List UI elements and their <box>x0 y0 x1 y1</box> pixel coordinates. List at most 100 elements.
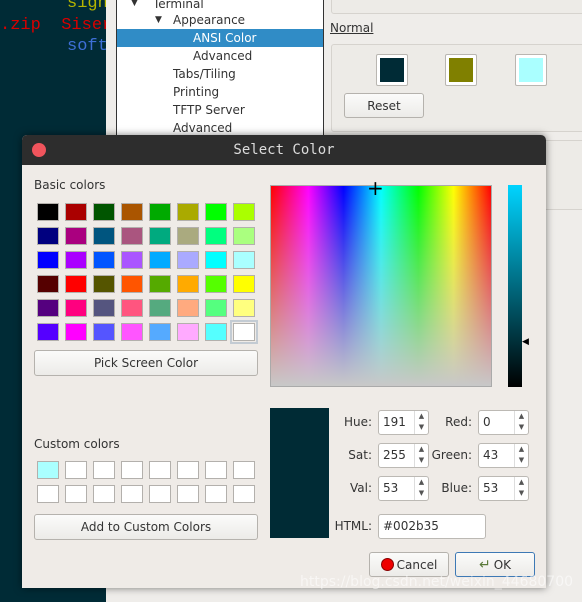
color-cell[interactable] <box>149 485 171 503</box>
value-arrow-icon[interactable]: ◀ <box>522 337 529 347</box>
color-cell[interactable] <box>205 485 227 503</box>
color-cell[interactable] <box>65 203 87 221</box>
green-spinbox[interactable]: 43 ▲ ▼ <box>478 443 529 468</box>
color-cell[interactable] <box>65 299 87 317</box>
pick-screen-color-button[interactable]: Pick Screen Color <box>34 350 258 376</box>
html-label: HTML: <box>334 519 372 533</box>
color-swatch[interactable] <box>445 54 477 86</box>
color-cell[interactable] <box>233 227 255 245</box>
color-cell[interactable] <box>93 227 115 245</box>
color-cell[interactable] <box>37 323 59 341</box>
color-cell[interactable] <box>205 461 227 479</box>
color-cell[interactable] <box>93 485 115 503</box>
tree-item[interactable]: Tabs/Tiling <box>173 65 236 83</box>
color-cell[interactable] <box>205 275 227 293</box>
color-cell[interactable] <box>205 227 227 245</box>
color-cell[interactable] <box>65 323 87 341</box>
value-slider[interactable] <box>508 185 522 387</box>
color-cell[interactable] <box>177 203 199 221</box>
color-cell[interactable] <box>233 275 255 293</box>
color-cell[interactable] <box>65 461 87 479</box>
color-cell[interactable] <box>233 203 255 221</box>
color-cell[interactable] <box>121 203 143 221</box>
color-swatch[interactable] <box>515 54 547 86</box>
color-cell[interactable] <box>121 299 143 317</box>
blue-spinbox[interactable]: 53 ▲ ▼ <box>478 476 529 501</box>
spin-arrows-icon[interactable]: ▲ ▼ <box>514 411 528 434</box>
color-cell[interactable] <box>149 323 171 341</box>
color-cell[interactable] <box>37 485 59 503</box>
color-cell[interactable] <box>65 275 87 293</box>
color-cell[interactable] <box>93 275 115 293</box>
color-cell[interactable] <box>65 485 87 503</box>
tree-item[interactable]: Printing <box>173 83 219 101</box>
spin-arrows-icon[interactable]: ▲ ▼ <box>514 477 528 500</box>
spin-arrows-icon[interactable]: ▲ ▼ <box>514 444 528 467</box>
color-cell[interactable] <box>37 251 59 269</box>
expand-arrow-icon[interactable]: ▼ <box>155 11 162 29</box>
color-cell[interactable] <box>65 227 87 245</box>
color-cell[interactable] <box>149 251 171 269</box>
color-cell[interactable] <box>233 299 255 317</box>
red-spinbox[interactable]: 0 ▲ ▼ <box>478 410 529 435</box>
color-cell[interactable] <box>93 461 115 479</box>
color-cell[interactable] <box>177 275 199 293</box>
color-cell[interactable] <box>177 251 199 269</box>
color-cell[interactable] <box>149 227 171 245</box>
tree-item-selected[interactable]: ANSI Color <box>117 29 323 47</box>
color-cell[interactable] <box>93 203 115 221</box>
ok-arrow-icon: ↵ <box>478 556 491 573</box>
color-cell[interactable] <box>177 323 199 341</box>
color-cell[interactable] <box>149 299 171 317</box>
color-cell[interactable] <box>93 251 115 269</box>
green-label: Green: <box>431 448 472 462</box>
color-cell[interactable] <box>37 203 59 221</box>
color-cell[interactable] <box>177 485 199 503</box>
html-input[interactable]: #002b35 <box>378 514 486 539</box>
ok-label: OK <box>493 557 512 572</box>
color-cell[interactable] <box>121 227 143 245</box>
color-cell[interactable] <box>37 275 59 293</box>
color-cell[interactable] <box>149 275 171 293</box>
stop-icon <box>380 558 394 571</box>
color-cell[interactable] <box>121 251 143 269</box>
color-swatch[interactable] <box>376 54 408 86</box>
color-cell[interactable] <box>233 461 255 479</box>
color-cell[interactable] <box>177 299 199 317</box>
reset-button[interactable]: Reset <box>344 93 424 118</box>
color-cell[interactable] <box>233 251 255 269</box>
color-cell[interactable] <box>121 485 143 503</box>
color-cell[interactable] <box>205 203 227 221</box>
color-cell[interactable] <box>65 251 87 269</box>
tree-item[interactable]: Advanced <box>193 47 252 65</box>
hue-saturation-spectrum[interactable] <box>270 185 492 387</box>
terminal-line: .zip Siser <box>0 16 113 35</box>
normal-label: Normal <box>330 21 374 35</box>
add-to-custom-colors-button[interactable]: Add to Custom Colors <box>34 514 258 540</box>
color-cell[interactable] <box>149 203 171 221</box>
expand-arrow-icon[interactable]: ▼ <box>131 0 138 12</box>
color-cell[interactable] <box>37 227 59 245</box>
color-cell[interactable] <box>149 461 171 479</box>
color-cell[interactable] <box>37 461 59 479</box>
color-cell[interactable] <box>230 320 258 344</box>
crosshair-cursor-icon: + <box>367 176 384 200</box>
color-cell[interactable] <box>177 461 199 479</box>
color-cell[interactable] <box>93 299 115 317</box>
color-cell[interactable] <box>121 461 143 479</box>
color-cell[interactable] <box>205 251 227 269</box>
color-cell[interactable] <box>233 485 255 503</box>
tree-item[interactable]: Appearance <box>173 11 245 29</box>
color-cell[interactable] <box>205 323 227 341</box>
sat-label: Sat: <box>348 448 372 462</box>
color-cell[interactable] <box>121 323 143 341</box>
color-cell[interactable] <box>177 227 199 245</box>
color-cell[interactable] <box>121 275 143 293</box>
close-icon[interactable] <box>32 143 46 157</box>
color-cell[interactable] <box>37 299 59 317</box>
settings-tree[interactable]: ▼ Terminal ▼ Appearance ANSI Color Advan… <box>116 0 324 140</box>
tree-item[interactable]: TFTP Server <box>173 101 245 119</box>
color-cell[interactable] <box>93 323 115 341</box>
color-cell[interactable] <box>205 299 227 317</box>
red-value: 0 <box>483 415 491 429</box>
